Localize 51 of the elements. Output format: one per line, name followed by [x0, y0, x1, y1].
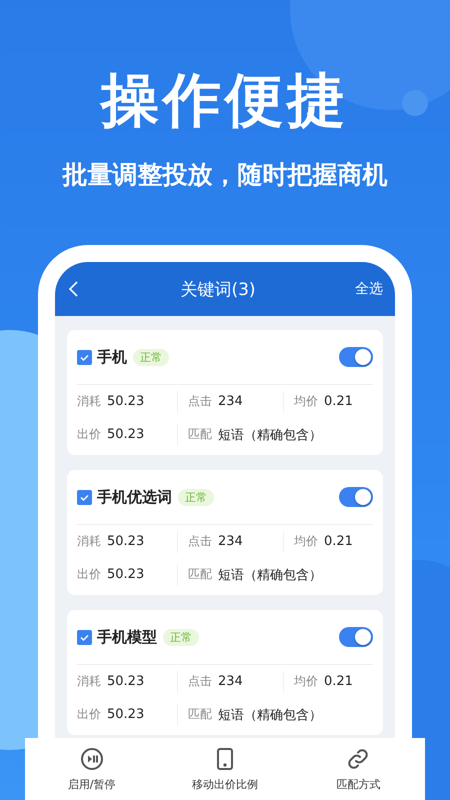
stat-value: 50.23	[107, 674, 144, 689]
stat-value: 50.23	[107, 534, 144, 549]
stat-label: 出价	[77, 706, 101, 723]
stat-label: 匹配	[188, 426, 212, 443]
toolbar-button[interactable]: 匹配方式	[298, 738, 418, 800]
stat-value: 短语（精确包含）	[218, 706, 322, 724]
stat-value: 234	[218, 394, 243, 409]
status-tag: 正常	[163, 628, 199, 646]
stat-label: 出价	[77, 426, 101, 443]
stat-value: 234	[218, 534, 243, 549]
stat-label: 消耗	[77, 393, 101, 410]
stat-label: 匹配	[188, 566, 212, 583]
status-tag: 正常	[178, 488, 214, 506]
stat-label: 点击	[188, 533, 212, 550]
keyword-name: 手机模型	[97, 628, 157, 646]
stat-value: 短语（精确包含）	[218, 426, 322, 444]
stat-value: 0.21	[324, 394, 353, 409]
stat-value: 50.23	[107, 427, 144, 442]
stat-label: 均价	[294, 673, 318, 690]
checkbox[interactable]	[77, 490, 92, 504]
toggle-switch[interactable]	[339, 347, 373, 367]
toggle-switch[interactable]	[339, 487, 373, 507]
keyword-name: 手机	[97, 348, 127, 366]
stat-value: 50.23	[107, 567, 144, 582]
stat-value: 0.21	[324, 674, 353, 689]
headline: 操作便捷	[101, 68, 349, 132]
stat-label: 出价	[77, 566, 101, 583]
stat-label: 匹配	[188, 706, 212, 723]
toolbar-button[interactable]: 启用/暂停	[32, 738, 152, 800]
screen-title: 关键词(3)	[179, 278, 257, 300]
stat-value: 50.23	[107, 394, 144, 409]
select-all-button[interactable]: 全选	[355, 280, 383, 298]
stat-label: 消耗	[77, 673, 101, 690]
toggle-switch[interactable]	[339, 627, 373, 647]
stat-label: 消耗	[77, 533, 101, 550]
checkbox[interactable]	[77, 350, 92, 364]
stat-label: 均价	[294, 393, 318, 410]
stat-value: 短语（精确包含）	[218, 566, 322, 584]
checkbox[interactable]	[77, 630, 92, 644]
status-tag: 正常	[133, 348, 169, 366]
stat-value: 234	[218, 674, 243, 689]
toolbar-button[interactable]: 移动出价比例	[164, 738, 285, 800]
stat-label: 点击	[188, 393, 212, 410]
subtitle: 批量调整投放，随时把握商机	[62, 160, 388, 190]
stat-value: 0.21	[324, 534, 353, 549]
stat-label: 点击	[188, 673, 212, 690]
stat-label: 均价	[294, 533, 318, 550]
keyword-name: 手机优选词	[97, 488, 172, 506]
stat-value: 50.23	[107, 707, 144, 722]
play-pause-icon	[80, 746, 104, 770]
link-icon	[346, 746, 370, 770]
